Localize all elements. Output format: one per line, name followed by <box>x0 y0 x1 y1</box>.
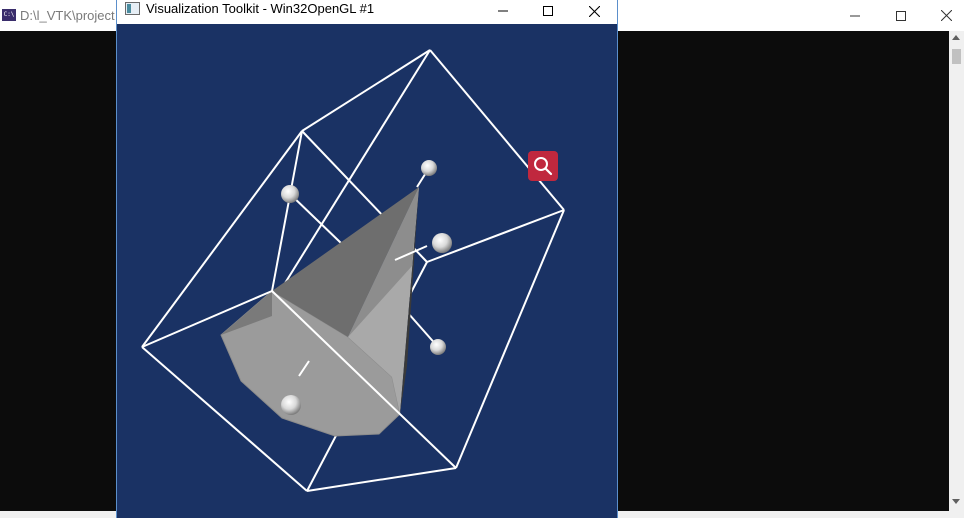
scroll-up-arrow-icon[interactable] <box>952 35 960 40</box>
cone[interactable] <box>220 187 419 437</box>
scroll-down-arrow-icon[interactable] <box>952 499 960 504</box>
close-icon <box>940 10 952 21</box>
scrollbar-thumb[interactable] <box>952 49 961 64</box>
vtk-render-window: Visualization Toolkit - Win32OpenGL #1 <box>116 0 618 518</box>
minimize-icon <box>850 15 860 16</box>
vtk-maximize-button[interactable] <box>525 0 571 22</box>
vtk-titlebar[interactable]: Visualization Toolkit - Win32OpenGL #1 <box>117 0 617 24</box>
console-minimize-button[interactable] <box>832 0 878 31</box>
widget-handle-bottom[interactable] <box>281 395 301 415</box>
maximize-icon <box>543 6 553 16</box>
console-close-button[interactable] <box>923 0 964 31</box>
vtk-minimize-button[interactable] <box>480 0 526 22</box>
console-app-icon: C:\ <box>2 9 16 21</box>
zoom-button[interactable] <box>528 151 558 181</box>
maximize-icon <box>896 10 906 21</box>
vtk-window-title: Visualization Toolkit - Win32OpenGL #1 <box>146 1 375 16</box>
vtk-app-icon <box>125 2 140 15</box>
console-maximize-button[interactable] <box>878 0 924 31</box>
magnifier-icon <box>534 157 553 176</box>
widget-handle-lower-right[interactable] <box>430 339 446 355</box>
widget-arm-left <box>289 193 343 245</box>
console-scrollbar[interactable] <box>949 31 964 511</box>
widget-handle-right[interactable] <box>432 233 452 253</box>
vtk-viewport[interactable] <box>117 24 617 518</box>
console-window-title: D:\l_VTK\project <box>20 8 115 23</box>
vtk-scene[interactable] <box>117 24 617 518</box>
vtk-close-button[interactable] <box>571 0 617 22</box>
widget-handle-left[interactable] <box>281 185 299 203</box>
widget-handle-top[interactable] <box>421 160 437 176</box>
close-icon <box>588 5 600 17</box>
minimize-icon <box>498 10 508 12</box>
